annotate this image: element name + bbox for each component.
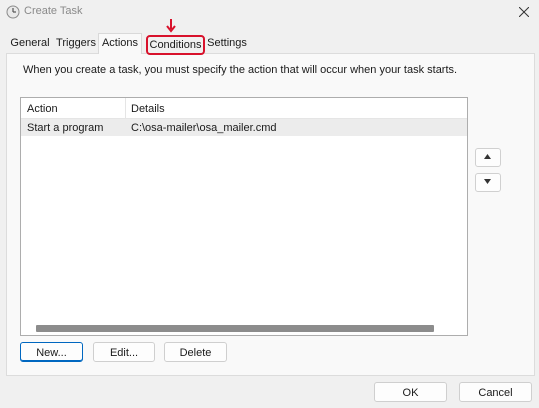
- move-down-button[interactable]: [475, 173, 501, 192]
- row-details-cell: C:\osa-mailer\osa_mailer.cmd: [131, 122, 277, 134]
- annotation-arrow-icon: [166, 19, 176, 33]
- close-icon: [519, 7, 529, 17]
- close-button[interactable]: [512, 2, 536, 22]
- tab-settings[interactable]: Settings: [205, 34, 249, 52]
- title-bar: Create Task: [0, 0, 539, 24]
- column-header-details[interactable]: Details: [131, 103, 165, 115]
- row-action-cell: Start a program: [27, 122, 104, 134]
- tab-triggers[interactable]: Triggers: [54, 34, 98, 52]
- table-row[interactable]: Start a program C:\osa-mailer\osa_mailer…: [21, 119, 467, 136]
- actions-list[interactable]: Action Details Start a program C:\osa-ma…: [20, 97, 468, 336]
- move-down-icon: [484, 179, 491, 184]
- delete-button[interactable]: Delete: [164, 342, 227, 362]
- ok-button[interactable]: OK: [374, 382, 447, 402]
- tab-general[interactable]: General: [10, 34, 50, 52]
- edit-button[interactable]: Edit...: [93, 342, 155, 362]
- move-up-icon: [484, 154, 491, 159]
- instruction-text: When you create a task, you must specify…: [23, 64, 458, 76]
- new-button[interactable]: New...: [20, 342, 83, 362]
- column-header-action[interactable]: Action: [27, 103, 58, 115]
- column-separator[interactable]: [125, 98, 126, 118]
- move-up-button[interactable]: [475, 148, 501, 167]
- cancel-button[interactable]: Cancel: [459, 382, 532, 402]
- task-scheduler-icon: [6, 5, 20, 19]
- tab-actions[interactable]: Actions: [98, 33, 142, 54]
- scrollbar-thumb[interactable]: [36, 325, 434, 332]
- list-header: Action Details: [21, 98, 467, 119]
- window-title: Create Task: [24, 5, 83, 17]
- tab-conditions[interactable]: Conditions: [146, 35, 205, 55]
- horizontal-scrollbar[interactable]: [21, 321, 467, 334]
